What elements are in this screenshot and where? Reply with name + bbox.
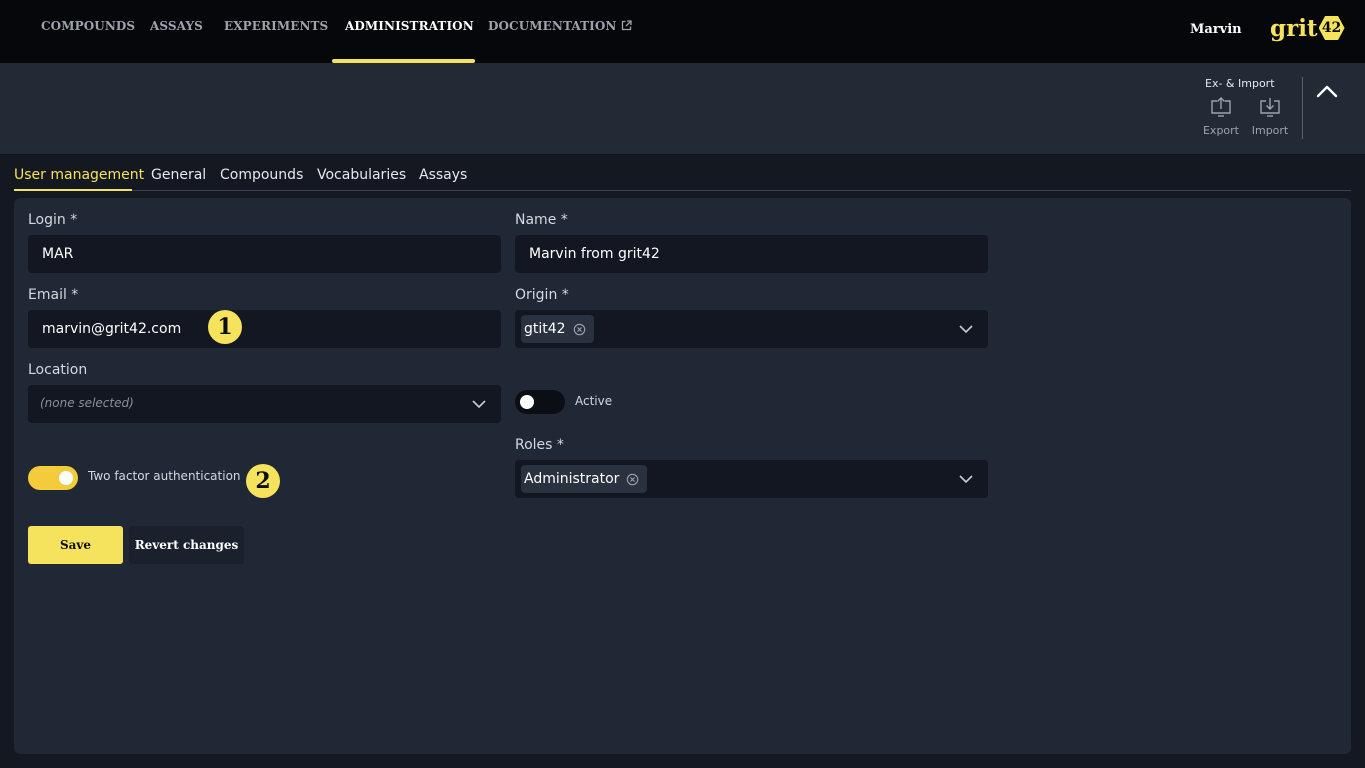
import-button[interactable]: Import [1248, 96, 1292, 137]
toolbar: Ex- & Import Export Import [0, 63, 1365, 155]
location-placeholder: (none selected) [40, 396, 134, 410]
nav-documentation-label: DOCUMENTATION [488, 19, 617, 33]
ex-import-group-title: Ex- & Import [1205, 77, 1275, 90]
user-menu[interactable]: Marvin [1190, 22, 1242, 37]
name-field[interactable] [515, 235, 988, 273]
email-field[interactable] [28, 310, 501, 348]
origin-chip-label: gtit42 [524, 321, 566, 337]
annotation-badge-2: 2 [246, 464, 280, 498]
name-input[interactable] [515, 235, 988, 273]
origin-select[interactable]: gtit42 [515, 310, 988, 348]
name-label: Name * [515, 212, 568, 228]
location-label: Location [28, 362, 88, 378]
save-button[interactable]: Save [28, 526, 123, 564]
chevron-up-icon [1316, 85, 1338, 98]
collapse-toolbar-button[interactable] [1314, 81, 1340, 103]
active-toggle[interactable] [515, 390, 565, 414]
active-toggle-knob [520, 395, 534, 409]
tab-vocabularies[interactable]: Vocabularies [317, 167, 406, 183]
grit42-logo[interactable]: grit 42 [1270, 12, 1345, 44]
roles-chip-label: Administrator [524, 471, 620, 487]
chevron-down-icon[interactable] [958, 472, 974, 486]
export-button[interactable]: Export [1199, 96, 1243, 137]
tab-general[interactable]: General [151, 167, 206, 183]
nav-compounds[interactable]: COMPOUNDS [41, 19, 135, 35]
toolbar-divider [1302, 77, 1303, 139]
active-label: Active [575, 394, 613, 408]
location-select[interactable]: (none selected) [28, 385, 501, 423]
origin-label: Origin * [515, 287, 569, 303]
revert-changes-button[interactable]: Revert changes [129, 526, 244, 564]
roles-label: Roles * [515, 437, 564, 453]
tab-assays[interactable]: Assays [419, 167, 467, 183]
login-label: Login * [28, 212, 78, 228]
email-input[interactable] [28, 310, 501, 348]
export-label: Export [1202, 124, 1239, 137]
admin-tabs: User management General Compounds Vocabu… [14, 155, 1351, 191]
external-link-icon [622, 20, 633, 31]
remove-chip-icon[interactable] [626, 473, 639, 486]
nav-experiments[interactable]: EXPERIMENTS [224, 19, 328, 35]
roles-chip: Administrator [521, 465, 648, 493]
email-label: Email * [28, 287, 79, 303]
logo-text: grit [1270, 14, 1318, 42]
top-navigation: COMPOUNDS ASSAYS EXPERIMENTS ADMINISTRAT… [0, 0, 1365, 63]
nav-documentation[interactable]: DOCUMENTATION [488, 19, 633, 35]
active-tab-indicator [14, 189, 132, 191]
login-field[interactable] [28, 235, 501, 273]
import-icon [1260, 98, 1280, 117]
tab-compounds[interactable]: Compounds [220, 167, 303, 183]
roles-select[interactable]: Administrator [515, 460, 988, 498]
login-input[interactable] [28, 235, 501, 273]
two-factor-toggle-knob [59, 471, 73, 485]
remove-chip-icon[interactable] [573, 323, 586, 336]
chevron-down-icon[interactable] [471, 397, 487, 411]
logo-hex-badge: 42 [1318, 16, 1345, 40]
two-factor-toggle[interactable] [28, 466, 78, 490]
chevron-down-icon[interactable] [958, 322, 974, 336]
nav-assays[interactable]: ASSAYS [150, 19, 203, 35]
import-label: Import [1251, 124, 1289, 137]
export-icon [1211, 97, 1231, 117]
nav-administration[interactable]: ADMINISTRATION [345, 19, 474, 35]
two-factor-label: Two factor authentication [88, 469, 241, 483]
origin-chip: gtit42 [521, 315, 594, 343]
tab-user-management[interactable]: User management [14, 167, 144, 183]
annotation-badge-1: 1 [208, 310, 242, 344]
